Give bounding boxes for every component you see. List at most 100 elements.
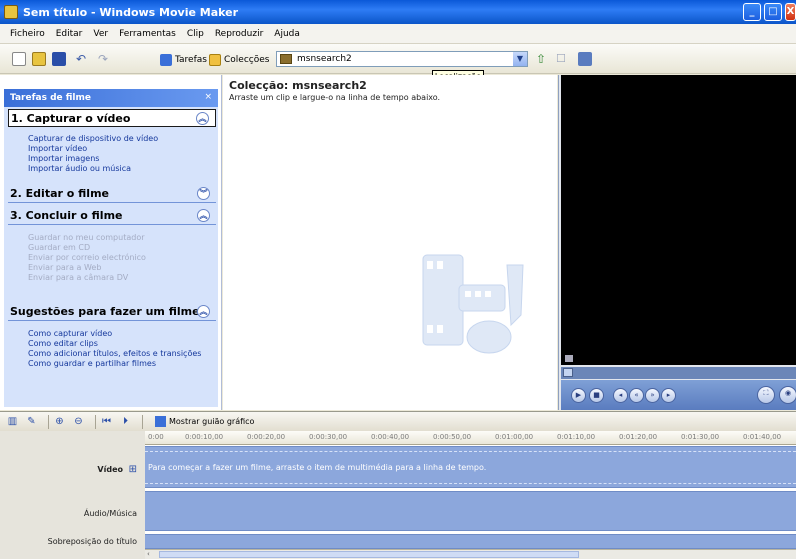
- link-import-audio[interactable]: Importar áudio ou música: [28, 164, 131, 173]
- close-task-pane-icon[interactable]: ×: [204, 92, 212, 102]
- collection-title: Colecção: msnsearch2: [229, 79, 367, 92]
- show-storyboard-label: Mostrar guião gráfico: [169, 417, 255, 426]
- zoom-in-icon[interactable]: ⊕: [53, 415, 66, 428]
- video-track[interactable]: Para começar a fazer um filme, arraste o…: [145, 446, 796, 488]
- task-pane-body: 1. Capturar o vídeo ︽ Capturar de dispos…: [4, 107, 218, 407]
- up-level-icon[interactable]: ⇧: [536, 52, 550, 66]
- collection-area[interactable]: Colecção: msnsearch2 Arraste um clip e l…: [223, 75, 557, 410]
- link-capture-device[interactable]: Capturar de dispositivo de vídeo: [28, 134, 158, 143]
- ruler-tick: 0:00:20,00: [247, 433, 286, 441]
- open-project-icon[interactable]: [32, 52, 46, 66]
- preview-monitor: ▶ ■ ◂ « » ▸ ⛶ ◉: [558, 75, 796, 410]
- section-movie-tips[interactable]: Sugestões para fazer um filme ︽: [8, 303, 216, 321]
- link-import-images[interactable]: Importar imagens: [28, 154, 99, 163]
- minimize-button[interactable]: _: [743, 3, 761, 21]
- video-track-hint: Para começar a fazer um filme, arraste o…: [148, 463, 487, 472]
- split-icon[interactable]: [565, 355, 573, 362]
- toolbar: ↶ ↷ Tarefas Colecções msnsearch2 ▼ ⇧ ☐: [0, 44, 796, 74]
- tasks-button[interactable]: Tarefas: [160, 52, 207, 67]
- menu-bar: Ficheiro Editar Ver Ferramentas Clip Rep…: [0, 24, 796, 44]
- snapshot-icon[interactable]: ◉: [779, 386, 796, 404]
- storyboard-icon: [155, 416, 166, 427]
- audio-track-label: Áudio/Música: [83, 509, 137, 518]
- location-combo[interactable]: msnsearch2 ▼: [276, 51, 528, 67]
- ruler-tick: 0:00:30,00: [309, 433, 348, 441]
- narrate-icon[interactable]: ✎: [25, 415, 38, 428]
- audio-track[interactable]: [145, 491, 796, 531]
- views-icon[interactable]: [578, 52, 592, 66]
- separator: [48, 414, 49, 429]
- timeline-ruler[interactable]: 0:00 0:00:10,00 0:00:20,00 0:00:30,00 0:…: [145, 431, 796, 445]
- chevron-up-icon[interactable]: ︽: [197, 305, 210, 318]
- video-track-label: Vídeo: [97, 465, 123, 474]
- new-project-icon[interactable]: [12, 52, 26, 66]
- link-save-computer: Guardar no meu computador: [28, 233, 145, 242]
- link-send-web: Enviar para a Web: [28, 263, 102, 272]
- set-audio-levels-icon[interactable]: ▥: [6, 415, 19, 428]
- close-button[interactable]: X: [785, 3, 796, 21]
- rewind-icon[interactable]: «: [629, 388, 644, 403]
- section-title: 3. Concluir o filme: [10, 209, 123, 222]
- section-finish-movie[interactable]: 3. Concluir o filme ︽: [8, 207, 216, 225]
- title-overlay-track-label: Sobreposição do título: [47, 537, 137, 546]
- link-how-edit[interactable]: Como editar clips: [28, 339, 98, 348]
- collection-instruction: Arraste um clip e largue-o na linha de t…: [229, 93, 441, 102]
- separator: [142, 414, 143, 429]
- track-labels: Vídeo ⊞ Áudio/Música Sobreposição do tít…: [0, 431, 145, 559]
- play-icon[interactable]: ▶: [571, 388, 586, 403]
- link-import-video[interactable]: Importar vídeo: [28, 144, 87, 153]
- forward-icon[interactable]: »: [645, 388, 660, 403]
- stop-icon[interactable]: ■: [589, 388, 604, 403]
- link-how-capture[interactable]: Como capturar vídeo: [28, 329, 112, 338]
- play-timeline-icon[interactable]: ⏵: [119, 415, 132, 428]
- menu-ficheiro[interactable]: Ficheiro: [10, 29, 45, 39]
- ruler-tick: 0:01:10,00: [557, 433, 596, 441]
- menu-ajuda[interactable]: Ajuda: [274, 29, 300, 39]
- previous-frame-icon[interactable]: ◂: [613, 388, 628, 403]
- section-title: 2. Editar o filme: [10, 187, 109, 200]
- collections-label: Colecções: [224, 54, 270, 65]
- menu-ferramentas[interactable]: Ferramentas: [119, 29, 176, 39]
- link-how-titles[interactable]: Como adicionar títulos, efeitos e transi…: [28, 349, 201, 358]
- menu-reproduzir[interactable]: Reproduzir: [215, 29, 263, 39]
- collections-button[interactable]: Colecções: [209, 52, 269, 67]
- timeline-toolbar: ▥ ✎ ⊕ ⊖ ⏮ ⏵ Mostrar guião gráfico: [0, 411, 796, 431]
- chevron-down-icon[interactable]: ︾: [197, 187, 210, 200]
- undo-icon[interactable]: ↶: [76, 52, 90, 66]
- menu-clip[interactable]: Clip: [187, 29, 204, 39]
- seek-handle[interactable]: [563, 368, 573, 377]
- rewind-timeline-icon[interactable]: ⏮: [100, 415, 113, 428]
- movie-maker-app-icon: [4, 5, 18, 19]
- maximize-button[interactable]: □: [764, 3, 782, 21]
- expand-video-icon[interactable]: ⊞: [129, 464, 137, 475]
- zoom-out-icon[interactable]: ⊖: [72, 415, 85, 428]
- playback-controls: ▶ ■ ◂ « » ▸ ⛶ ◉: [561, 380, 796, 410]
- chevron-up-icon[interactable]: ︽: [197, 209, 210, 222]
- scroll-thumb[interactable]: [159, 551, 579, 558]
- full-screen-icon[interactable]: ⛶: [757, 386, 775, 404]
- redo-icon[interactable]: ↷: [98, 52, 112, 66]
- chevron-down-icon[interactable]: ▼: [513, 52, 527, 66]
- link-send-dv: Enviar para a câmara DV: [28, 273, 129, 282]
- section-capture-video[interactable]: 1. Capturar o vídeo ︽: [8, 109, 216, 127]
- show-storyboard-button[interactable]: Mostrar guião gráfico: [155, 416, 254, 427]
- seek-bar[interactable]: [561, 367, 796, 379]
- link-how-save-share[interactable]: Como guardar e partilhar filmes: [28, 359, 156, 368]
- new-collection-icon[interactable]: ☐: [556, 52, 570, 66]
- folder-icon: [209, 53, 221, 66]
- title-overlay-track[interactable]: [145, 534, 796, 549]
- chevron-up-icon[interactable]: ︽: [196, 112, 209, 125]
- track-divider: [145, 483, 796, 484]
- ruler-tick: 0:00:50,00: [433, 433, 472, 441]
- section-edit-movie[interactable]: 2. Editar o filme ︾: [8, 185, 216, 203]
- menu-ver[interactable]: Ver: [93, 29, 108, 39]
- title-bar: Sem título - Windows Movie Maker _ □ X: [0, 0, 796, 24]
- menu-editar[interactable]: Editar: [56, 29, 83, 39]
- separator: [95, 414, 96, 429]
- task-pane-header: Tarefas de filme ×: [4, 89, 218, 107]
- save-project-icon[interactable]: [52, 52, 66, 66]
- scroll-left-icon[interactable]: ‹: [147, 550, 150, 558]
- timeline-scrollbar[interactable]: ‹: [145, 549, 796, 559]
- next-frame-icon[interactable]: ▸: [661, 388, 676, 403]
- track-divider: [145, 451, 796, 452]
